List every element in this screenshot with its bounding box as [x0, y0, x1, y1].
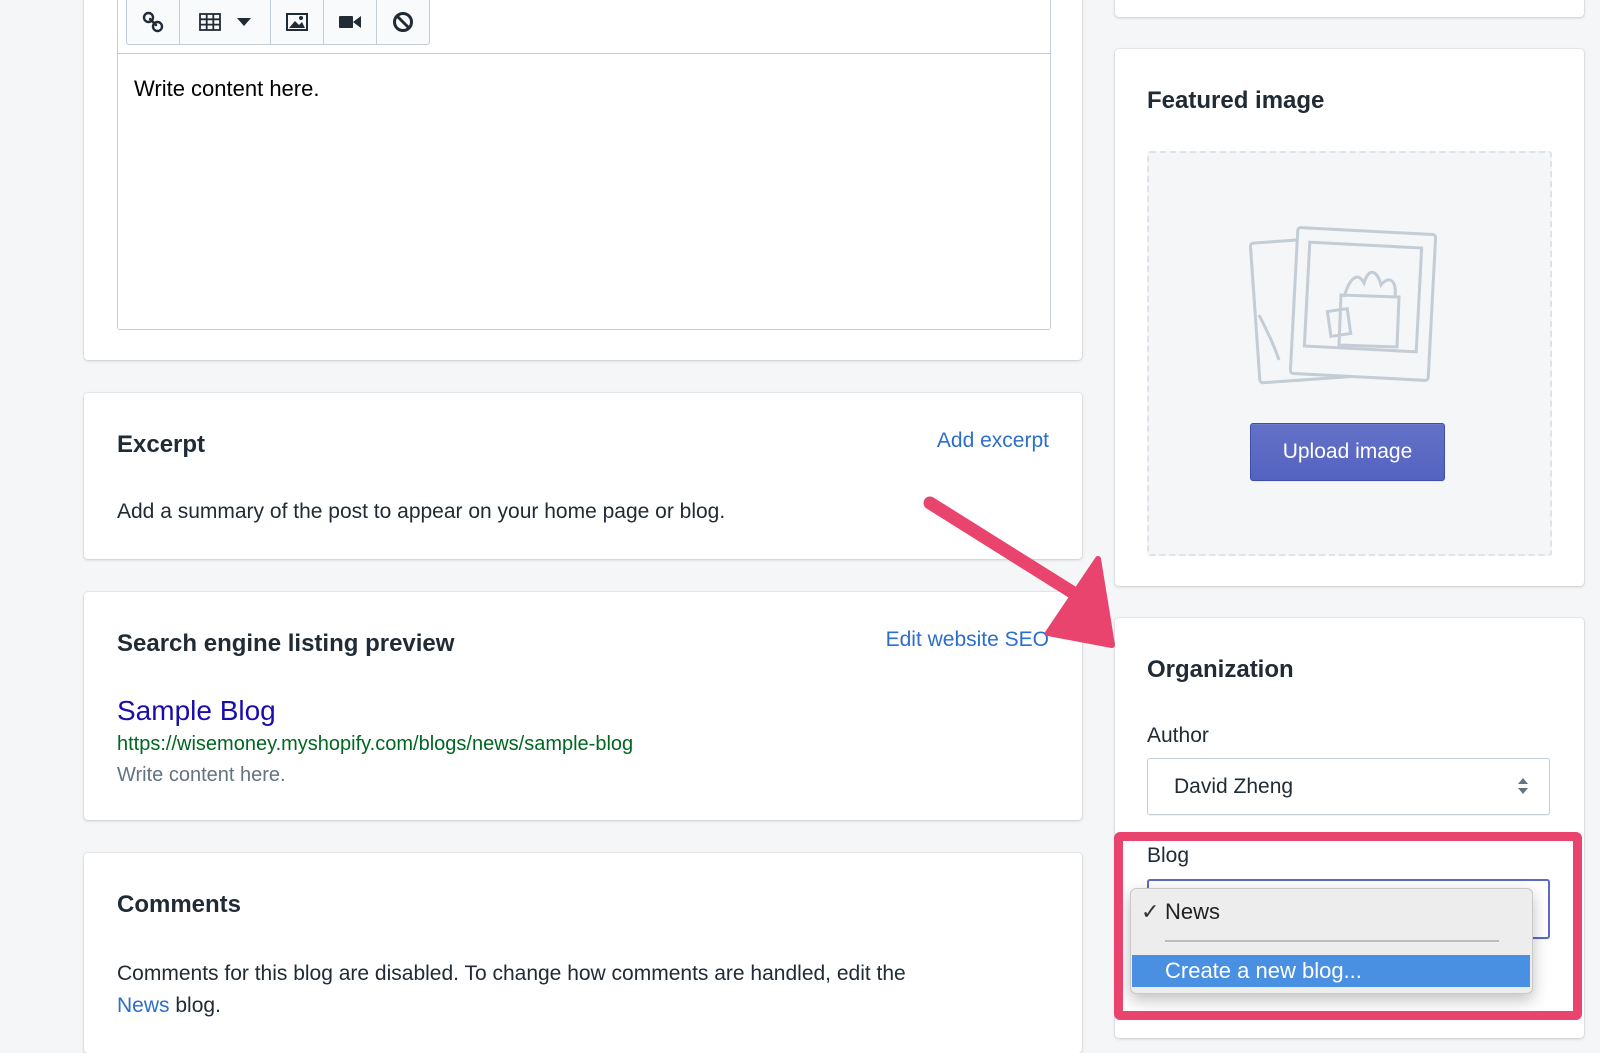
blog-option-news[interactable]: ✓ News — [1131, 889, 1532, 935]
editor-content-text: Write content here. — [134, 76, 320, 101]
insert-video-button[interactable] — [324, 0, 377, 44]
caret-down-icon — [237, 18, 251, 26]
upload-image-button[interactable]: Upload image — [1250, 423, 1445, 481]
video-camera-icon — [339, 16, 361, 28]
create-new-blog-option[interactable]: Create a new blog... — [1132, 955, 1530, 987]
clear-format-icon — [393, 12, 413, 32]
content-editor[interactable]: Write content here. — [117, 53, 1051, 330]
selected-checkmark-icon: ✓ — [1141, 899, 1160, 924]
image-dropzone[interactable]: Upload image — [1147, 151, 1552, 556]
editor-toolbar — [126, 0, 430, 45]
link-icon — [142, 11, 164, 33]
featured-image-title: Featured image — [1147, 87, 1325, 114]
comments-description: Comments for this blog are disabled. To … — [117, 958, 1037, 1022]
news-blog-link[interactable]: News — [117, 994, 170, 1017]
comments-text-end: blog. — [175, 994, 221, 1017]
visibility-card — [1115, 0, 1584, 17]
photos-placeholder-icon — [1249, 226, 1438, 385]
select-arrows-icon — [1518, 778, 1528, 794]
blog-label: Blog — [1147, 844, 1190, 867]
table-icon — [199, 13, 221, 31]
seo-preview-url: https://wisemoney.myshopify.com/blogs/ne… — [117, 733, 634, 755]
excerpt-card: Excerpt Add excerpt Add a summary of the… — [84, 393, 1082, 559]
seo-preview-description: Write content here. — [117, 764, 286, 786]
excerpt-title: Excerpt — [117, 431, 206, 458]
featured-image-card: Featured image Upload image — [1115, 49, 1584, 586]
comments-title: Comments — [117, 891, 242, 918]
image-icon — [286, 13, 308, 31]
insert-image-button[interactable] — [271, 0, 324, 44]
author-select-value: David Zheng — [1174, 775, 1294, 798]
seo-title: Search engine listing preview — [117, 630, 455, 657]
comments-card: Comments Comments for this blog are disa… — [84, 853, 1082, 1053]
dropdown-separator — [1165, 940, 1499, 942]
seo-preview-card: Search engine listing preview Edit websi… — [84, 592, 1082, 820]
blog-dropdown-menu: ✓ News Create a new blog... — [1130, 888, 1533, 994]
organization-title: Organization — [1147, 656, 1294, 683]
edit-website-seo-link[interactable]: Edit website SEO — [886, 628, 1049, 652]
excerpt-description: Add a summary of the post to appear on y… — [117, 500, 726, 523]
seo-preview-title: Sample Blog — [117, 695, 276, 726]
author-select[interactable]: David Zheng — [1147, 758, 1550, 815]
author-label: Author — [1147, 724, 1209, 747]
create-new-blog-label: Create a new blog... — [1165, 958, 1362, 983]
insert-link-button[interactable] — [127, 0, 180, 44]
blog-option-news-label: News — [1165, 899, 1221, 924]
comments-text: Comments for this blog are disabled. To … — [117, 962, 906, 985]
clear-formatting-button[interactable] — [377, 0, 429, 44]
add-excerpt-link[interactable]: Add excerpt — [937, 429, 1049, 453]
insert-table-button[interactable] — [180, 0, 271, 44]
